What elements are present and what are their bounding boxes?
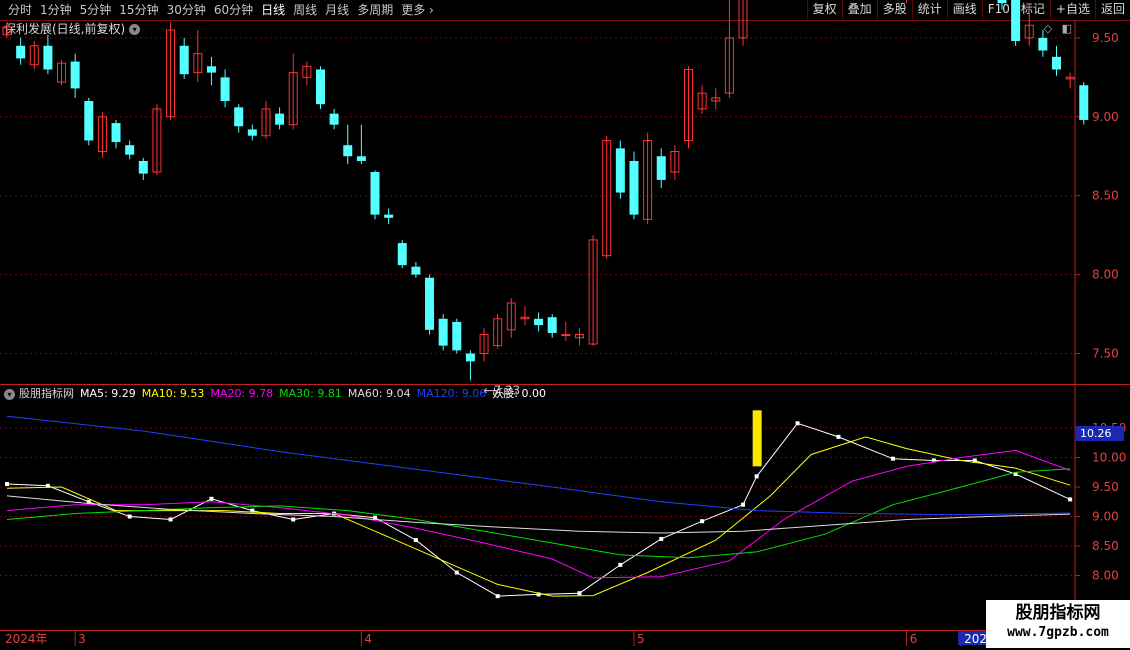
watermark-line1: 股朋指标网: [1015, 603, 1101, 623]
series-marker: [700, 519, 705, 524]
y-tick-label: 10.00: [1092, 451, 1126, 465]
y-tick-label: 9.00: [1092, 510, 1119, 524]
candle-body: [561, 334, 571, 337]
candle-body: [247, 129, 257, 136]
candle-body: [629, 160, 639, 215]
date-label: 4: [364, 632, 372, 646]
signal-bar: [752, 410, 762, 467]
series-marker: [1068, 497, 1073, 502]
candle-body: [534, 318, 544, 326]
legend-item: MA120: 9.06: [416, 387, 487, 400]
candle-body: [111, 123, 121, 143]
candle-body: [438, 318, 448, 346]
legend-items: MA5: 9.29 MA10: 9.53 MA20: 9.78 MA30: 9.81 M…: [80, 387, 552, 400]
date-label: 3: [78, 632, 86, 646]
series-marker: [5, 482, 9, 487]
series-marker: [618, 562, 623, 567]
series-marker: [168, 517, 173, 522]
watermark: 股朋指标网 www.7gpzb.com: [986, 600, 1130, 648]
series-marker: [413, 538, 418, 543]
legend-item: MA60: 9.04: [347, 387, 411, 400]
candle-body: [615, 148, 625, 193]
candle-body: [234, 107, 244, 127]
series-line-ma30: [6, 468, 1071, 559]
legend-item: MA20: 9.78: [210, 387, 274, 400]
y-tick-label: 8.50: [1092, 189, 1119, 203]
candle-body: [425, 277, 435, 330]
y-tick-label: 7.50: [1092, 347, 1119, 361]
series-marker: [127, 514, 132, 519]
candle-body: [452, 321, 462, 351]
y-tick-label: 9.00: [1092, 110, 1119, 124]
candle-body: [16, 45, 26, 59]
candle-body: [125, 145, 135, 155]
candle-body: [384, 214, 394, 218]
candle-body: [397, 243, 407, 266]
current-value-badge: 10.26: [1076, 426, 1124, 441]
candle-body: [343, 145, 353, 157]
candle-body: [547, 317, 557, 333]
y-tick-label: 8.00: [1092, 268, 1119, 282]
date-label: 2024年: [5, 632, 48, 646]
legend-item: MA10: 9.53: [141, 387, 205, 400]
series-marker: [577, 591, 582, 596]
legend-item: MA5: 9.29: [80, 387, 136, 400]
candle-body: [70, 61, 80, 89]
date-label: 202: [964, 632, 987, 646]
candle-body: [1052, 56, 1062, 70]
series-marker: [836, 434, 841, 439]
candle-body: [356, 156, 366, 161]
series-marker: [741, 502, 746, 507]
candle-body: [43, 45, 53, 70]
series-marker: [454, 570, 459, 575]
series-marker: [754, 474, 759, 479]
indicator-legend: ▾ 股朋指标网 MA5: 9.29 MA10: 9.53 MA20: 9.78 MA30:…: [4, 386, 558, 402]
candle-body: [275, 113, 285, 125]
series-marker: [495, 594, 500, 599]
y-tick-label: 9.50: [1092, 31, 1119, 45]
candle-body: [315, 69, 325, 105]
candle-body: [179, 45, 189, 75]
candle-body: [138, 160, 148, 174]
y-tick-label: 8.50: [1092, 539, 1119, 553]
candle-body: [206, 66, 216, 73]
candle-body: [656, 156, 666, 180]
date-label: 5: [637, 632, 645, 646]
candle-body: [84, 101, 94, 141]
candle-body: [1079, 85, 1089, 120]
candle-body: [411, 266, 421, 275]
y-tick-label: 9.50: [1092, 480, 1119, 494]
legend-item: 妖股: 0.00: [492, 387, 547, 400]
series-marker: [291, 517, 296, 522]
candle-body: [329, 113, 339, 125]
watermark-line2: www.7gpzb.com: [1007, 625, 1109, 640]
candle-body: [1011, 0, 1021, 42]
legend-item: MA30: 9.81: [279, 387, 342, 400]
series-marker: [890, 456, 895, 461]
series-marker: [209, 496, 214, 501]
series-marker: [659, 536, 664, 541]
candle-body: [370, 172, 380, 215]
date-label: 6: [910, 632, 918, 646]
candle-body: [465, 353, 475, 362]
indicator-name[interactable]: 股朋指标网: [19, 387, 74, 400]
candle-body: [1038, 37, 1048, 51]
series-marker: [795, 421, 800, 426]
candle-body: [220, 77, 230, 102]
chart-canvas[interactable]: 11.5011.0010.5010.009.509.008.508.007.50…: [0, 0, 1130, 650]
candle-body: [997, 0, 1007, 4]
y-tick-label: 8.00: [1092, 569, 1119, 583]
chevron-down-icon[interactable]: ▾: [4, 388, 15, 400]
